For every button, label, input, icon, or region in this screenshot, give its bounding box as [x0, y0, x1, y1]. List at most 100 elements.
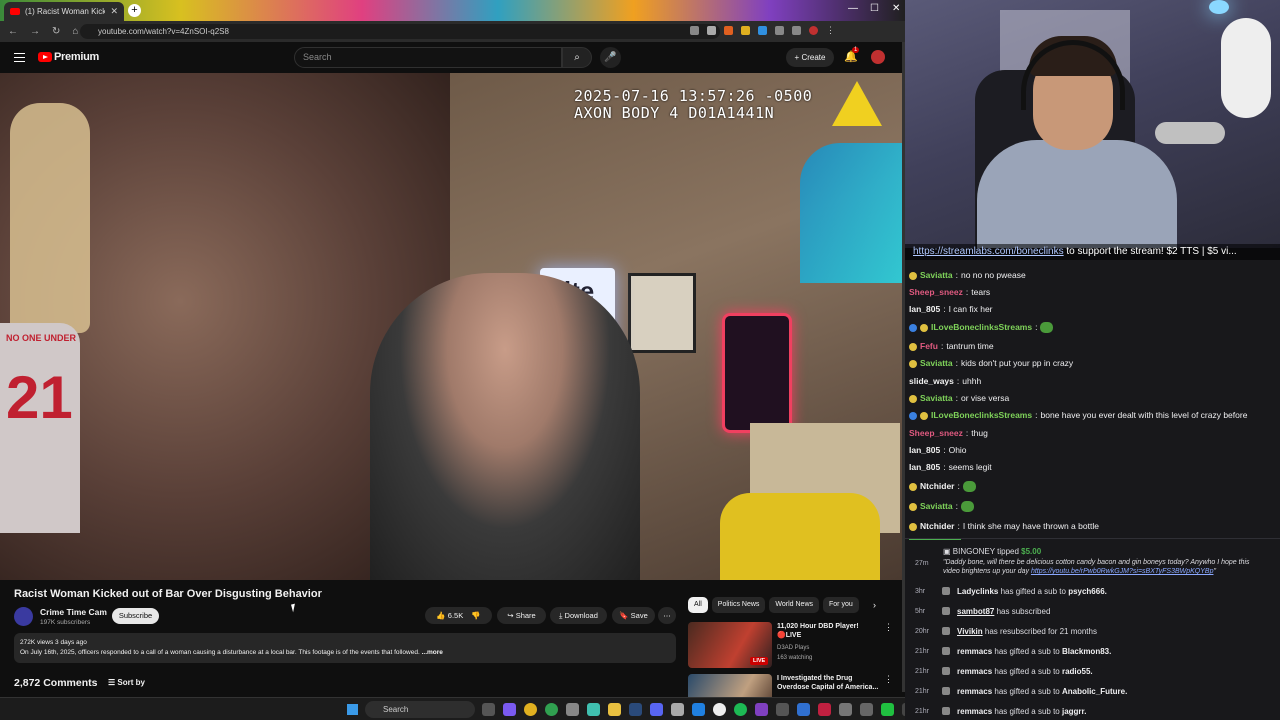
chrome-icon[interactable]	[524, 703, 537, 716]
chat-username[interactable]: Saviatta	[920, 393, 953, 404]
user-avatar[interactable]	[871, 50, 885, 64]
chrome-icon[interactable]	[545, 703, 558, 716]
app-icon[interactable]	[755, 703, 768, 716]
app-icon[interactable]	[671, 703, 684, 716]
thumbs-up-icon[interactable]: 👍	[436, 611, 445, 620]
chat-username[interactable]: slide_ways	[909, 376, 954, 387]
chat-username[interactable]: Fefu	[920, 341, 938, 352]
maximize-icon[interactable]: ☐	[870, 3, 879, 14]
chat-username[interactable]: Saviatta	[920, 358, 953, 369]
download-button[interactable]: ⤓ Download	[550, 607, 607, 624]
search-input[interactable]: Search	[294, 47, 562, 68]
streamlabs-link[interactable]: https://streamlabs.com/boneclinks	[913, 246, 1064, 257]
microphone-icon[interactable]: 🎤	[600, 47, 621, 68]
chat-username[interactable]: Sheep_sneez	[909, 428, 963, 439]
event-target[interactable]: radio55.	[1062, 667, 1093, 676]
save-button[interactable]: 🔖 Save	[612, 607, 655, 624]
event-target[interactable]: Blackmon83.	[1062, 647, 1111, 656]
chat-username[interactable]: Ian_805	[909, 445, 940, 456]
app-icon[interactable]	[881, 703, 894, 716]
extension-icon[interactable]	[741, 26, 750, 35]
taskbar-search-input[interactable]: Search	[365, 701, 475, 718]
search-icon[interactable]: ⌕	[562, 47, 592, 68]
chip-politics-news[interactable]: Politics News	[711, 597, 766, 613]
chat-username[interactable]: Ntchider	[920, 521, 954, 532]
app-icon[interactable]	[587, 703, 600, 716]
windows-start-icon[interactable]	[347, 704, 358, 715]
app-icon[interactable]	[860, 703, 873, 716]
tip-link[interactable]: https://youtu.be/rPwb0RwkGJM?si=sBXTyFS3…	[1031, 568, 1214, 575]
event-user[interactable]: Vivikin	[957, 627, 983, 636]
folder-icon[interactable]	[608, 703, 621, 716]
event-target[interactable]: jaggrr.	[1062, 707, 1086, 716]
back-icon[interactable]: ←	[8, 26, 18, 37]
more-options-icon[interactable]: ⋮	[884, 674, 893, 685]
video-thumbnail[interactable]	[688, 674, 772, 697]
home-icon[interactable]: ⌂	[72, 26, 78, 37]
app-icon[interactable]	[776, 703, 789, 716]
chat-username[interactable]: Sheep_sneez	[909, 287, 963, 298]
channel-name[interactable]: Crime Time Cam	[40, 607, 107, 617]
video-player[interactable]: NO ONE UNDER 21 Lite 2025-07-16 13:57:26…	[0, 73, 902, 580]
close-tab-icon[interactable]: ✕	[110, 6, 118, 17]
forward-icon[interactable]: →	[30, 26, 40, 37]
app-icon[interactable]	[839, 703, 852, 716]
more-options-icon[interactable]: ⋮	[884, 622, 893, 633]
chevron-right-icon[interactable]: ›	[873, 600, 876, 610]
sort-comments-button[interactable]: ☰ Sort by	[108, 678, 145, 687]
event-target[interactable]: psych666.	[1068, 587, 1107, 596]
event-user[interactable]: remmacs	[957, 647, 992, 656]
app-icon[interactable]	[797, 703, 810, 716]
recommended-channel[interactable]: D3AD Plays	[777, 644, 809, 652]
url-field[interactable]: youtube.com/watch?v=4ZnSOI-q2S8	[80, 24, 720, 39]
recommended-video[interactable]: LIVE 11,020 Hour DBD Player! 🔴LIVE D3AD …	[688, 622, 898, 672]
taskview-icon[interactable]	[482, 703, 495, 716]
menu-dots-icon[interactable]: ⋮	[826, 26, 835, 35]
create-button[interactable]: + Create	[786, 48, 834, 67]
chat-username[interactable]: Ian_805	[909, 462, 940, 473]
share-button[interactable]: ↪ Share	[497, 607, 546, 624]
event-target[interactable]: Anabolic_Future.	[1062, 687, 1127, 696]
recommended-title[interactable]: I Investigated the Drug Overdose Capital…	[777, 674, 882, 692]
like-dislike-button[interactable]: 👍 6.5K 👎	[425, 607, 492, 624]
extension-icon[interactable]	[792, 26, 801, 35]
chat-username[interactable]: Saviatta	[920, 501, 953, 512]
extension-icon[interactable]	[758, 26, 767, 35]
subscribe-button[interactable]: Subscribe	[112, 608, 159, 624]
event-user[interactable]: Ladyclinks	[957, 587, 998, 596]
obs-icon[interactable]	[713, 703, 726, 716]
extension-icon[interactable]	[690, 26, 699, 35]
steam-icon[interactable]	[629, 703, 642, 716]
thumbs-down-icon[interactable]: 👎	[471, 611, 480, 620]
description-box[interactable]: 272K views 3 days ago On July 16th, 2025…	[14, 633, 676, 663]
chat-username[interactable]: ILoveBoneclinksStreams	[931, 322, 1032, 333]
browser-tab[interactable]: (1) Racist Woman Kicked out ✕	[4, 2, 124, 21]
tip-user[interactable]: BINGONEY	[953, 547, 995, 556]
chat-username[interactable]: ILoveBoneclinksStreams	[931, 410, 1032, 421]
chat-username[interactable]: Ian_805	[909, 304, 940, 315]
chat-username[interactable]: Saviatta	[920, 270, 953, 281]
brand-label[interactable]: Premium	[54, 51, 99, 63]
event-user[interactable]: sambot87	[957, 607, 994, 616]
channel-avatar[interactable]	[14, 607, 33, 626]
minimize-icon[interactable]: —	[848, 3, 858, 14]
event-user[interactable]: remmacs	[957, 667, 992, 676]
reload-icon[interactable]: ↻	[52, 26, 60, 37]
star-icon[interactable]	[707, 26, 716, 35]
close-window-icon[interactable]: ✕	[892, 3, 900, 14]
recommended-video[interactable]: I Investigated the Drug Overdose Capital…	[688, 674, 898, 697]
menu-icon[interactable]	[14, 53, 25, 62]
recommended-title[interactable]: 11,020 Hour DBD Player! 🔴LIVE	[777, 622, 882, 640]
event-user[interactable]: remmacs	[957, 687, 992, 696]
event-user[interactable]: remmacs	[957, 707, 992, 716]
chip-all[interactable]: All	[688, 597, 708, 613]
discord-icon[interactable]	[650, 703, 663, 716]
app-icon[interactable]	[566, 703, 579, 716]
more-actions-icon[interactable]: ⋯	[658, 607, 676, 624]
chip-world-news[interactable]: World News	[769, 597, 820, 613]
extension-icon[interactable]	[724, 26, 733, 35]
youtube-logo-icon[interactable]	[38, 52, 52, 62]
new-tab-icon[interactable]: +	[128, 4, 141, 17]
profile-icon[interactable]	[809, 26, 818, 35]
chip-for-you[interactable]: For you	[823, 597, 859, 613]
